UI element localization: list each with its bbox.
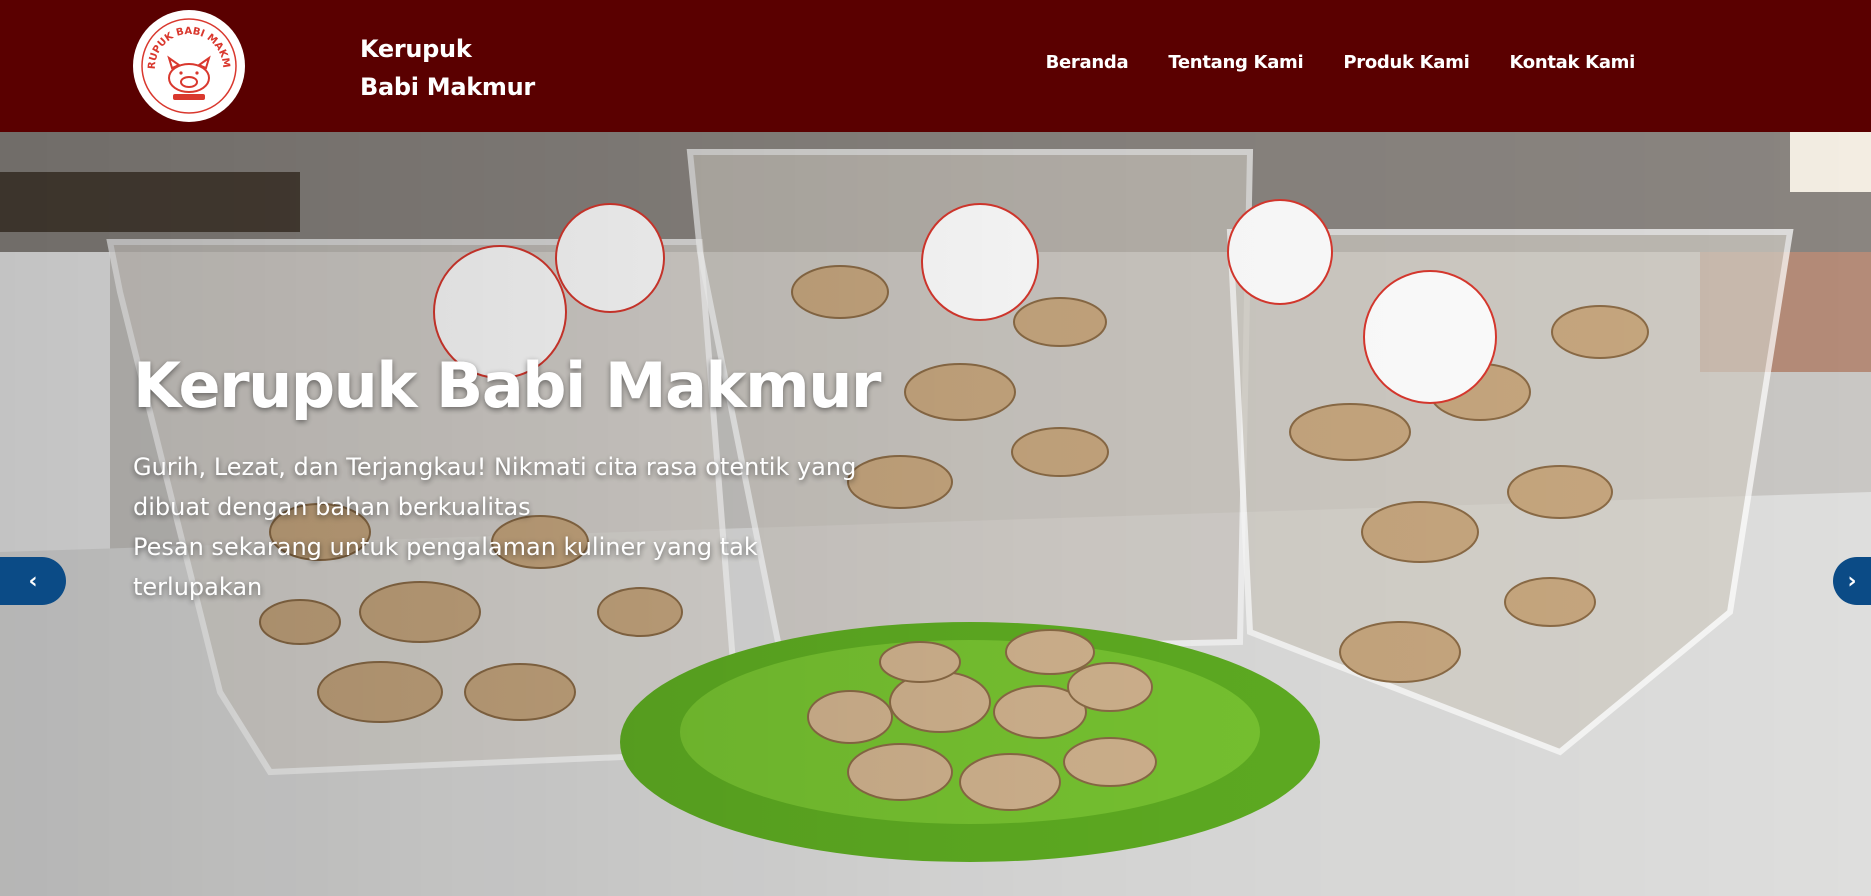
hero-text-line-2: dibuat dengan bahan berkualitas [133,493,531,521]
chevron-right-icon: › [1847,568,1857,594]
brand-name[interactable]: Kerupuk Babi Makmur [360,30,535,106]
nav-produk-kami[interactable]: Produk Kami [1343,52,1469,73]
main-nav: Beranda Tentang Kami Produk Kami Kontak … [1046,52,1636,73]
hero-title: Kerupuk Babi Makmur [133,349,881,422]
nav-tentang-kami[interactable]: Tentang Kami [1168,52,1303,73]
nav-kontak-kami[interactable]: Kontak Kami [1509,52,1635,73]
carousel-prev-button[interactable]: ‹ [0,557,66,605]
hero-text-line-1: Gurih, Lezat, dan Terjangkau! Nikmati ci… [133,453,857,481]
logo[interactable]: KERUPUK BABI MAKMUR [133,10,245,122]
hero-description: Gurih, Lezat, dan Terjangkau! Nikmati ci… [133,447,993,607]
nav-beranda[interactable]: Beranda [1046,52,1129,73]
hero-carousel: Kerupuk Babi Makmur Gurih, Lezat, dan Te… [0,132,1871,896]
brand-line-2: Babi Makmur [360,73,535,101]
hero-text-line-4: terlupakan [133,573,263,601]
site-header: KERUPUK BABI MAKMUR Kerupuk Babi Makmur … [0,0,1871,132]
brand-line-1: Kerupuk [360,35,472,63]
pig-logo-icon: KERUPUK BABI MAKMUR [139,16,237,114]
hero-content: Kerupuk Babi Makmur Gurih, Lezat, dan Te… [133,347,993,607]
chevron-left-icon: ‹ [28,568,38,594]
hero-text-line-3: Pesan sekarang untuk pengalaman kuliner … [133,533,758,561]
